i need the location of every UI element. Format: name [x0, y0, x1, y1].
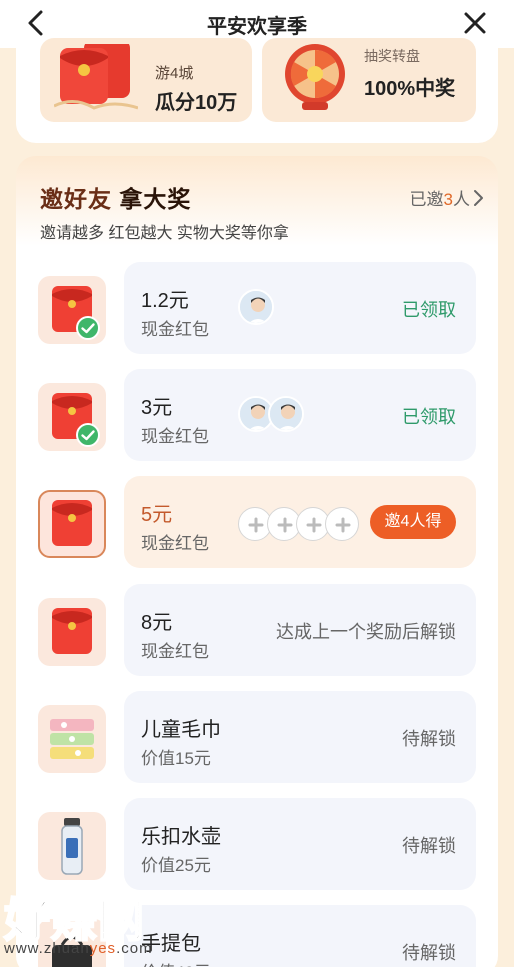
- friend-avatar: [238, 289, 274, 325]
- reward-value: 价值25元: [141, 856, 211, 875]
- promo-line1: 游4城: [155, 65, 194, 82]
- reward-amount: 1.2元: [141, 290, 189, 312]
- reward-amount: 3元: [141, 397, 173, 419]
- watermark-url-a: www.zhuan: [4, 940, 90, 957]
- invite-button[interactable]: 邀4人得: [370, 505, 456, 539]
- invited-prefix: 已邀: [409, 190, 444, 209]
- promo-line2: 100%中奖: [364, 78, 456, 100]
- plus-icon: [306, 517, 322, 533]
- invited-count-link[interactable]: 已邀3人: [410, 185, 470, 210]
- reward-icon-box: [38, 383, 106, 451]
- red-envelope-icon: [52, 500, 92, 546]
- reward-name: 乐扣水壶: [141, 826, 221, 848]
- reward-row: 3元 现金红包 已领取: [38, 369, 476, 465]
- plus-icon: [335, 517, 351, 533]
- reward-kind: 现金红包: [141, 427, 209, 446]
- reward-kind: 现金红包: [141, 534, 209, 553]
- reward-row: 8元 现金红包 达成上一个奖励后解锁: [38, 584, 476, 680]
- invite-title-a: 邀好友: [40, 186, 112, 212]
- promo-line2: 瓜分10万: [155, 92, 238, 114]
- reward-kind: 现金红包: [141, 642, 209, 661]
- reward-status-locked: 达成上一个奖励后解锁: [276, 622, 456, 642]
- plus-icon: [248, 517, 264, 533]
- invited-suffix: 人: [453, 190, 470, 209]
- invite-title-b: 拿大奖: [119, 186, 192, 212]
- reward-status-claimed: 已领取: [402, 407, 456, 427]
- reward-amount: 5元: [141, 504, 173, 526]
- check-badge-icon: [76, 316, 100, 340]
- water-bottle-icon: [61, 818, 83, 875]
- friend-avatar: [268, 396, 304, 432]
- empty-invite-slot: [325, 507, 359, 541]
- red-envelope-icon: [54, 44, 138, 110]
- reward-status-locked: 待解锁: [402, 836, 456, 856]
- page-title: 平安欢享季: [207, 16, 307, 38]
- reward-icon-box: [38, 598, 106, 666]
- reward-row: 1.2元 现金红包 已领取: [38, 262, 476, 358]
- invite-title: 邀好友 拿大奖: [40, 180, 191, 214]
- reward-status-locked: 待解锁: [402, 943, 456, 963]
- promo-line1: 抽奖转盘: [364, 48, 420, 64]
- reward-value: 价值15元: [141, 749, 211, 768]
- promo-city-tour[interactable]: 游4城 瓜分10万: [40, 38, 252, 122]
- reward-icon-box: [38, 276, 106, 344]
- reward-name: 儿童毛巾: [141, 719, 221, 741]
- reward-row-current: 5元 现金红包 邀4人得: [38, 476, 476, 572]
- watermark-url-b: yes: [89, 940, 117, 957]
- red-envelope-icon: [52, 608, 92, 654]
- invite-subtitle: 邀请越多 红包越大 实物大奖等你拿: [40, 225, 289, 242]
- promo-lucky-wheel[interactable]: 抽奖转盘 100%中奖: [262, 38, 476, 122]
- watermark-url: www.zhuanyes.com: [4, 940, 153, 957]
- reward-icon-box: [38, 490, 106, 558]
- chevron-right-icon[interactable]: [472, 189, 484, 207]
- reward-icon-box: [38, 705, 106, 773]
- reward-row: 儿童毛巾 价值15元 待解锁: [38, 691, 476, 787]
- lucky-wheel-icon: [285, 44, 345, 110]
- towel-icon: [50, 719, 94, 759]
- invited-count: 3: [443, 190, 453, 209]
- plus-icon: [277, 517, 293, 533]
- reward-icon-box: [38, 812, 106, 880]
- reward-amount: 8元: [141, 612, 173, 634]
- watermark-url-c: .com: [116, 940, 153, 957]
- watermark: 好赚网 www.zhuanyes.com: [0, 880, 240, 967]
- close-icon[interactable]: [460, 8, 490, 38]
- reward-kind: 现金红包: [141, 320, 209, 339]
- reward-status-claimed: 已领取: [402, 300, 456, 320]
- check-badge-icon: [76, 423, 100, 447]
- reward-status-locked: 待解锁: [402, 729, 456, 749]
